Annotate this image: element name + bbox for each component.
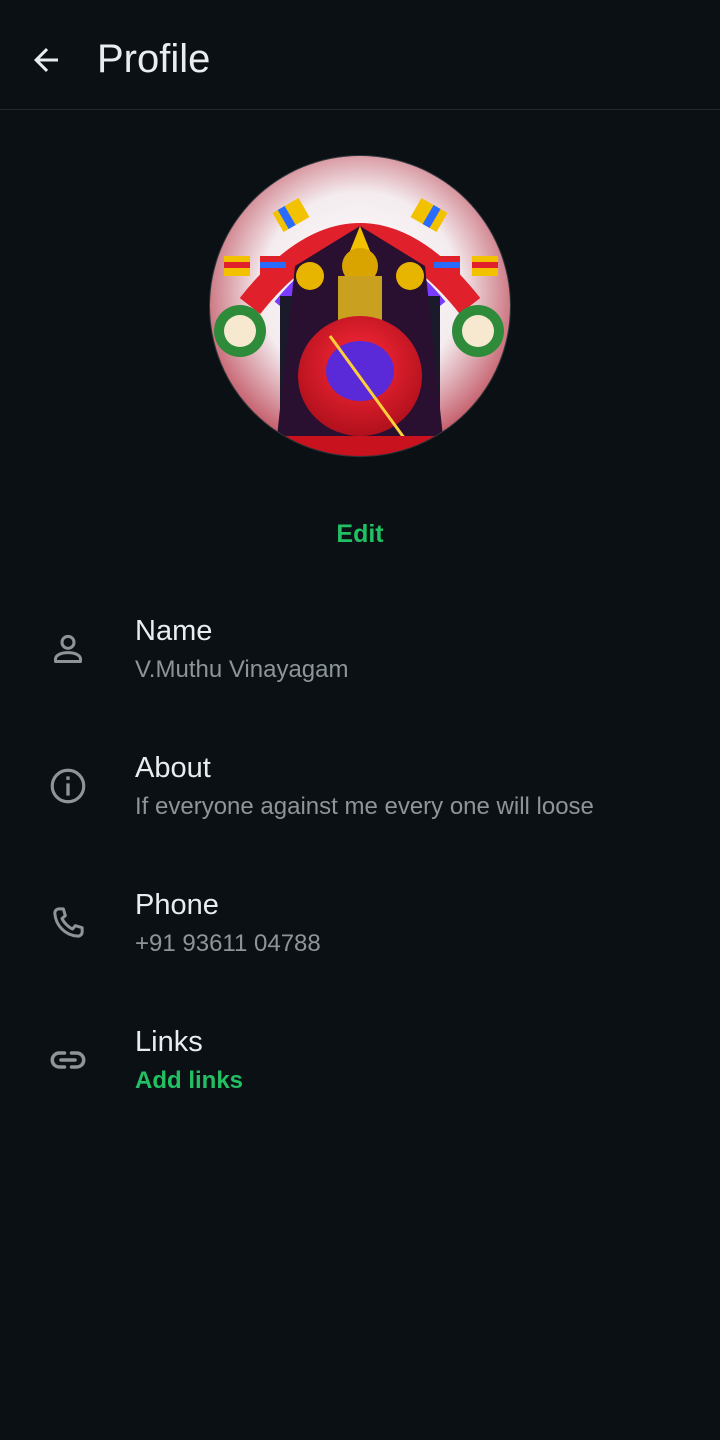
app-bar: Profile	[0, 0, 720, 110]
page-title: Profile	[97, 37, 211, 81]
phone-value: +91 93611 04788	[135, 930, 321, 957]
name-row[interactable]: Name V.Muthu Vinayagam	[0, 604, 720, 724]
link-icon	[44, 1036, 92, 1084]
profile-photo-image	[210, 156, 510, 456]
name-value: V.Muthu Vinayagam	[135, 656, 349, 683]
about-label: About	[135, 752, 211, 784]
profile-photo[interactable]	[210, 156, 510, 456]
links-label: Links	[135, 1026, 203, 1058]
phone-label: Phone	[135, 889, 219, 921]
edit-photo-link[interactable]: Edit	[0, 518, 720, 550]
phone-row[interactable]: Phone +91 93611 04788	[0, 878, 720, 998]
links-row[interactable]: Links Add links	[0, 1015, 720, 1135]
add-links-link[interactable]: Add links	[135, 1066, 243, 1096]
phone-icon	[44, 899, 92, 947]
about-row[interactable]: About If everyone against me every one w…	[0, 741, 720, 861]
person-icon	[44, 625, 92, 673]
name-label: Name	[135, 615, 213, 647]
back-button[interactable]	[18, 32, 74, 88]
arrow-left-icon	[34, 48, 58, 72]
info-icon	[44, 762, 92, 810]
about-value: If everyone against me every one will lo…	[135, 793, 594, 820]
